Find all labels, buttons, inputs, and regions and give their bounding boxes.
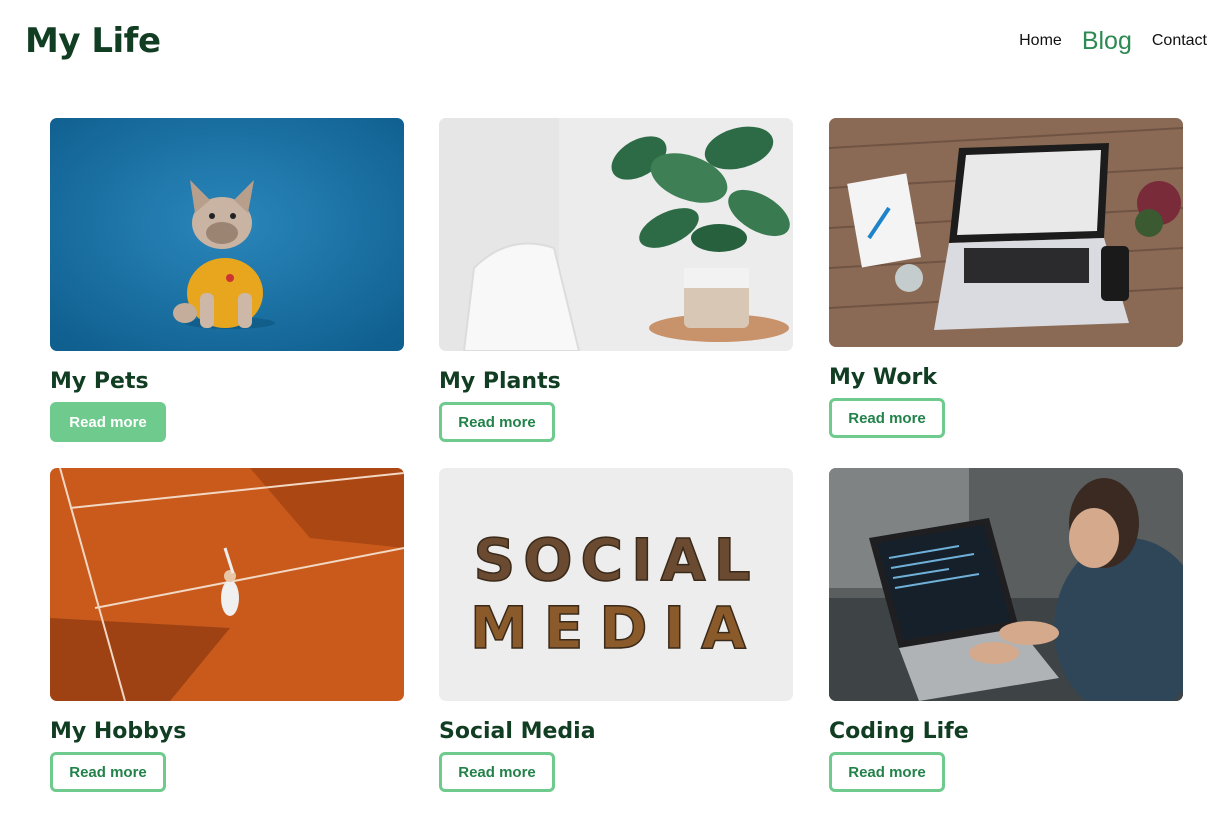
coding-life-image[interactable]	[829, 468, 1183, 701]
card-title: Coding Life	[829, 719, 969, 744]
main-nav: Home Blog Contact	[999, 26, 1207, 56]
card-title: My Hobbys	[50, 719, 187, 744]
blog-card-work: My Work Read more	[829, 118, 1183, 438]
card-title: Social Media	[439, 719, 596, 744]
nav-home[interactable]: Home	[1019, 26, 1062, 56]
social-letters: SOCIAL	[473, 526, 758, 594]
card-title: My Work	[829, 365, 937, 390]
card-title: My Plants	[439, 369, 561, 394]
blog-card-plants: My Plants Read more	[439, 118, 793, 442]
read-more-button[interactable]: Read more	[50, 402, 166, 442]
blog-card-pets: My Pets Read more	[50, 118, 404, 442]
blog-card-coding-life: Coding Life Read more	[829, 468, 1183, 792]
blog-card-social-media: SOCIAL MEDIA Social Media Read more	[439, 468, 793, 792]
read-more-button[interactable]: Read more	[829, 752, 945, 792]
hobbys-image[interactable]	[50, 468, 404, 701]
nav-blog[interactable]: Blog	[1082, 26, 1132, 56]
read-more-button[interactable]: Read more	[439, 402, 555, 442]
social-media-image[interactable]: SOCIAL MEDIA	[439, 468, 793, 701]
blog-card-hobbys: My Hobbys Read more	[50, 468, 404, 792]
site-logo[interactable]: My Life	[25, 20, 161, 62]
media-letters: MEDIA	[470, 594, 762, 662]
read-more-button[interactable]: Read more	[50, 752, 166, 792]
pets-image[interactable]	[50, 118, 404, 351]
plants-image[interactable]	[439, 118, 793, 351]
nav-contact[interactable]: Contact	[1152, 26, 1207, 56]
read-more-button[interactable]: Read more	[829, 398, 945, 438]
read-more-button[interactable]: Read more	[439, 752, 555, 792]
card-title: My Pets	[50, 369, 149, 394]
work-image[interactable]	[829, 118, 1183, 347]
